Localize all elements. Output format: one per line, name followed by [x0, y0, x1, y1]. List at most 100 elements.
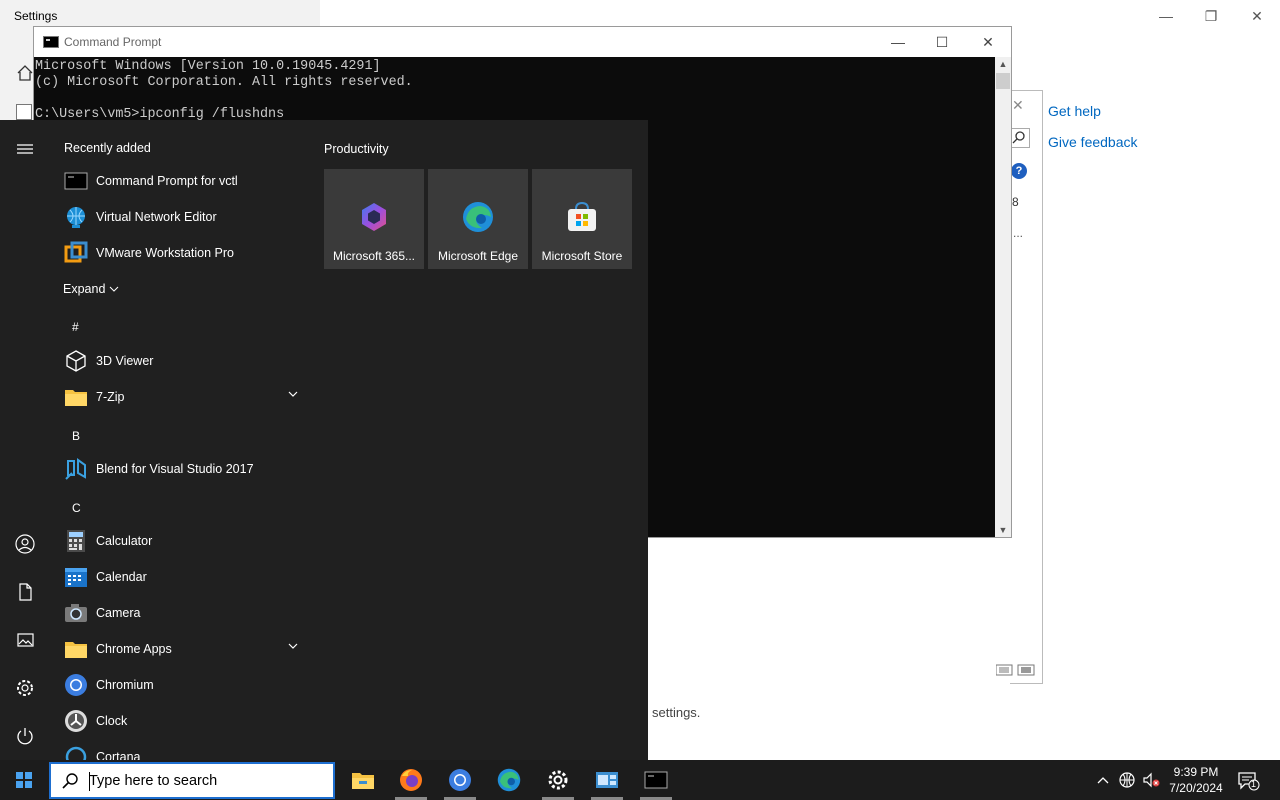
expand-label: Expand — [63, 282, 106, 296]
start-button[interactable] — [0, 760, 48, 800]
tile-label: Microsoft Store — [541, 249, 623, 263]
letter-header-hash[interactable]: # — [72, 320, 79, 334]
vmware-icon — [64, 241, 88, 263]
app-chrome-apps[interactable]: Chrome Apps — [48, 631, 308, 667]
tile-microsoft-365[interactable]: Microsoft 365... — [324, 169, 424, 269]
app-label: 3D Viewer — [96, 354, 154, 368]
cmd-scrollbar[interactable]: ▲ ▼ — [995, 57, 1011, 537]
chevron-down-icon — [109, 286, 119, 292]
taskbar: Type here to search 9:39 PM 7/20/2024 1 — [0, 760, 1280, 800]
chromium-icon — [449, 769, 471, 791]
edge-icon — [463, 202, 493, 232]
chevron-up-icon[interactable] — [1093, 770, 1113, 790]
app-label: Virtual Network Editor — [96, 210, 217, 224]
app-chromium[interactable]: Chromium — [48, 667, 308, 703]
help-question-icon[interactable]: ? — [1011, 163, 1027, 179]
app-camera[interactable]: Camera — [48, 595, 308, 631]
cmd-icon — [43, 36, 59, 48]
clock-icon — [65, 710, 87, 732]
app-3d-viewer[interactable]: 3D Viewer — [48, 343, 308, 379]
app-clock[interactable]: Clock — [48, 703, 308, 739]
cmd-line: Microsoft Windows [Version 10.0.19045.42… — [35, 59, 381, 74]
app-vmware-workstation-pro[interactable]: VMware Workstation Pro — [48, 235, 308, 271]
get-help-link[interactable]: Get help — [1048, 103, 1101, 119]
recently-added-header: Recently added — [64, 141, 151, 155]
app-virtual-network-editor[interactable]: Virtual Network Editor — [48, 199, 308, 235]
help-close-button[interactable]: ✕ — [1012, 97, 1024, 114]
chevron-down-icon[interactable] — [286, 387, 300, 401]
settings-restore-button[interactable]: ❐ — [1199, 6, 1223, 26]
notification-center-button[interactable]: 1 — [1236, 768, 1260, 792]
app-list[interactable]: Recently added Command Prompt for vctl V… — [48, 120, 312, 760]
app-label: 7-Zip — [96, 390, 125, 404]
camera-icon — [65, 604, 87, 622]
edge-icon — [497, 768, 521, 792]
app-blend-for-visual-studio[interactable]: Blend for Visual Studio 2017 — [48, 451, 308, 487]
folder-icon — [65, 390, 87, 406]
taskbar-search-box[interactable]: Type here to search — [49, 762, 335, 799]
app-label: Blend for Visual Studio 2017 — [96, 462, 254, 476]
tile-microsoft-edge[interactable]: Microsoft Edge — [428, 169, 528, 269]
app-label: Cortana — [96, 750, 141, 760]
control-panel-icon — [596, 772, 618, 788]
settings-checkbox[interactable] — [16, 104, 32, 120]
scroll-thumb[interactable] — [996, 73, 1010, 89]
taskbar-firefox[interactable] — [387, 760, 435, 800]
cmd-maximize-button[interactable]: ☐ — [927, 31, 957, 53]
app-7-zip[interactable]: 7-Zip — [48, 379, 308, 415]
cmd-close-button[interactable]: ✕ — [973, 31, 1003, 53]
tile-microsoft-store[interactable]: Microsoft Store — [532, 169, 632, 269]
store-icon — [568, 201, 596, 231]
tile-label: Microsoft Edge — [437, 249, 519, 263]
cube-icon — [66, 350, 86, 372]
network-globe-icon[interactable] — [1117, 770, 1137, 790]
taskbar-command-prompt[interactable] — [632, 760, 680, 800]
pictures-icon[interactable] — [12, 627, 38, 653]
view-toggle-icons[interactable] — [996, 663, 1036, 677]
taskbar-chromium[interactable] — [436, 760, 484, 800]
settings-minimize-button[interactable]: ― — [1154, 6, 1178, 26]
folder-icon — [65, 642, 87, 658]
cmd-titlebar[interactable]: Command Prompt ― ☐ ✕ — [34, 27, 1011, 57]
hamburger-menu-icon[interactable] — [12, 136, 38, 162]
windows-logo-icon — [16, 772, 32, 788]
file-explorer-icon — [352, 773, 374, 789]
app-label: Calculator — [96, 534, 153, 548]
search-icon — [62, 773, 78, 789]
letter-header-b[interactable]: B — [72, 429, 80, 443]
app-calculator[interactable]: Calculator — [48, 523, 308, 559]
microsoft-365-icon — [362, 203, 386, 231]
app-command-prompt-for-vctl[interactable]: Command Prompt for vctl — [48, 163, 308, 199]
home-icon[interactable] — [16, 64, 34, 82]
clock-time: 9:39 PM — [1173, 765, 1219, 779]
app-cortana[interactable]: Cortana — [48, 739, 308, 760]
give-feedback-link[interactable]: Give feedback — [1048, 134, 1138, 150]
taskbar-settings[interactable] — [534, 760, 582, 800]
app-label: Clock — [96, 714, 128, 728]
app-label: Chromium — [96, 678, 154, 692]
user-account-icon[interactable] — [12, 531, 38, 557]
taskbar-clock[interactable]: 9:39 PM 7/20/2024 — [1160, 764, 1232, 796]
start-menu: Recently added Command Prompt for vctl V… — [0, 120, 648, 760]
documents-icon[interactable] — [12, 579, 38, 605]
taskbar-edge[interactable] — [485, 760, 533, 800]
settings-footer-text: settings. — [652, 705, 701, 720]
search-input[interactable]: Type here to search — [89, 773, 217, 789]
taskbar-control-panel[interactable] — [583, 760, 631, 800]
taskbar-file-explorer[interactable] — [339, 760, 387, 800]
cmd-line: ​ — [35, 91, 995, 107]
power-icon[interactable] — [12, 723, 38, 749]
volume-muted-icon[interactable] — [1141, 770, 1161, 790]
cmd-icon — [644, 771, 668, 789]
letter-header-c[interactable]: C — [72, 501, 81, 515]
settings-gear-icon — [548, 770, 568, 790]
settings-gear-icon[interactable] — [12, 675, 38, 701]
expand-button[interactable]: Expand — [63, 282, 119, 296]
scroll-down-arrow-icon[interactable]: ▼ — [995, 523, 1011, 537]
cmd-title: Command Prompt — [64, 35, 162, 49]
settings-close-button[interactable]: ✕ — [1245, 6, 1269, 26]
app-calendar[interactable]: Calendar — [48, 559, 308, 595]
chevron-down-icon[interactable] — [286, 639, 300, 653]
scroll-up-arrow-icon[interactable]: ▲ — [995, 57, 1011, 71]
cmd-minimize-button[interactable]: ― — [883, 31, 913, 53]
